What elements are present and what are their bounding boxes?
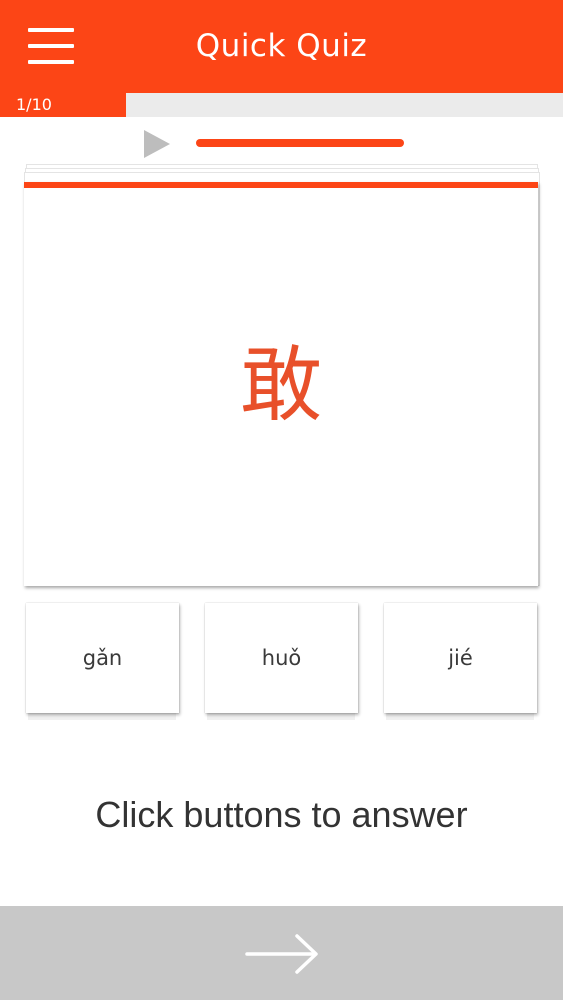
app-header: Quick Quiz <box>0 0 563 93</box>
page-title: Quick Quiz <box>195 28 368 64</box>
instruction-text: Click buttons to answer <box>95 794 468 835</box>
answer-label: huǒ <box>261 646 302 670</box>
quiz-progress-bar: 1/10 <box>0 93 563 117</box>
answer-button-3[interactable]: jié <box>384 603 537 713</box>
answer-button-2[interactable]: huǒ <box>205 603 358 713</box>
play-icon <box>144 130 170 158</box>
audio-player <box>0 126 563 162</box>
answer-shadow <box>386 713 534 720</box>
audio-progress-bar[interactable] <box>196 139 404 147</box>
answer-shadow <box>28 713 176 720</box>
arrow-right-icon <box>245 934 318 974</box>
quiz-progress-label: 1/10 <box>16 95 52 114</box>
play-button[interactable] <box>140 128 174 160</box>
flashcard: 敢 <box>24 182 538 586</box>
answer-shadow <box>207 713 355 720</box>
menu-button[interactable] <box>22 24 80 68</box>
flashcard-character: 敢 <box>239 338 322 433</box>
next-button[interactable] <box>0 906 563 1000</box>
answer-label: gǎn <box>82 646 123 670</box>
answer-label: jié <box>448 646 473 670</box>
answer-button-1[interactable]: gǎn <box>26 603 179 713</box>
